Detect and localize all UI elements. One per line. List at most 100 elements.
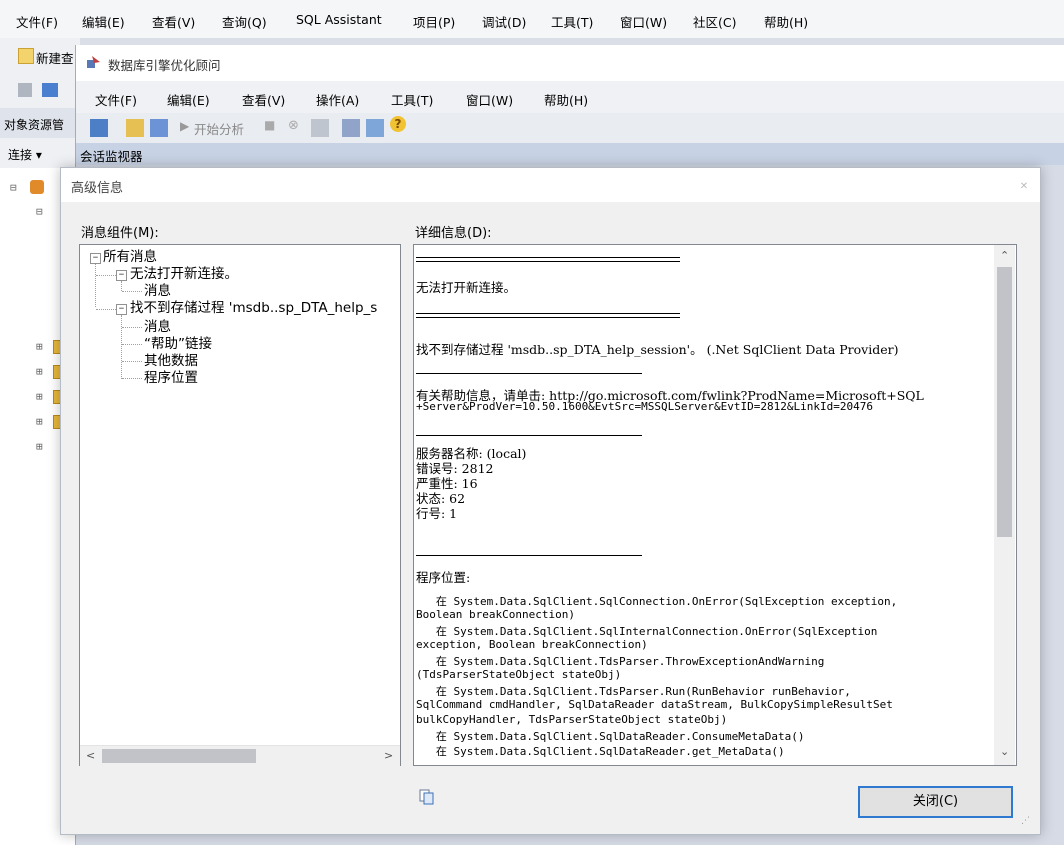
ssms-menu-tools[interactable]: 工具(T): [551, 12, 593, 31]
expand-icon[interactable]: ⊞: [36, 365, 43, 378]
save-icon[interactable]: [311, 119, 329, 137]
start-analysis-button[interactable]: 开始分析: [194, 119, 244, 138]
collapse-icon[interactable]: ⊟: [10, 181, 17, 194]
ssms-menu-window[interactable]: 窗口(W): [620, 12, 667, 31]
close-button[interactable]: 关闭(C): [858, 786, 1013, 818]
toolbar-icon[interactable]: [42, 83, 58, 97]
options-icon[interactable]: [366, 119, 384, 137]
tree-node-program-location[interactable]: 程序位置: [144, 371, 198, 386]
collapse-icon[interactable]: −: [116, 304, 127, 315]
resize-grip-icon[interactable]: ⋰: [1021, 816, 1030, 826]
separator: [416, 373, 642, 374]
stack-line: 在 System.Data.SqlClient.TdsParser.Run(Ru…: [416, 685, 851, 698]
ssms-menu-query[interactable]: 查询(Q): [222, 12, 267, 31]
dialog-title-bar: 高级信息 ✕: [61, 168, 1040, 202]
scrollbar-thumb[interactable]: [102, 749, 256, 763]
dta-window-title: 数据库引擎优化顾问: [108, 58, 221, 73]
connect-button[interactable]: 连接 ▾: [8, 146, 42, 163]
object-explorer-title-bar: 对象资源管: [0, 108, 80, 139]
stop-icon[interactable]: ■: [264, 118, 275, 132]
scroll-up-icon[interactable]: ⌃: [1000, 249, 1009, 262]
cancel-icon[interactable]: ⊗: [288, 118, 299, 133]
dta-menu-action[interactable]: 操作(A): [316, 90, 359, 109]
tree-node-cannot-open-connection[interactable]: 无法打开新连接。: [130, 267, 238, 282]
expand-icon[interactable]: ⊞: [36, 340, 43, 353]
ssms-menubar: 文件(F) 编辑(E) 查看(V) 查询(Q) SQL Assistant 项目…: [0, 0, 1064, 38]
scroll-left-icon[interactable]: <: [86, 749, 95, 762]
ssms-menu-debug[interactable]: 调试(D): [482, 12, 526, 31]
ssms-menu-help[interactable]: 帮助(H): [764, 12, 808, 31]
session-monitor-label[interactable]: 会话监视器: [80, 146, 143, 165]
stack-line: 在 System.Data.SqlClient.SqlConnection.On…: [416, 595, 898, 608]
close-icon[interactable]: ✕: [1014, 177, 1034, 197]
dta-menu-file[interactable]: 文件(F): [95, 90, 137, 109]
open-icon[interactable]: [126, 119, 144, 137]
details-text-box[interactable]: 无法打开新连接。 找不到存储过程 'msdb..sp_DTA_help_sess…: [413, 244, 1017, 766]
dta-menu-view[interactable]: 查看(V): [242, 90, 285, 109]
object-explorer-title: 对象资源管: [4, 118, 65, 132]
detail-line: 找不到存储过程 'msdb..sp_DTA_help_session'。 (.N…: [416, 342, 899, 357]
server-icon: [30, 180, 44, 194]
play-icon[interactable]: ▶: [180, 119, 189, 133]
dta-menu-help[interactable]: 帮助(H): [544, 90, 588, 109]
object-explorer-connect-bar: 连接 ▾: [0, 138, 80, 168]
tree-view: − 所有消息 − 无法打开新连接。 消息 − 找不到存储过程 'msdb..sp…: [80, 245, 400, 735]
ssms-toolbar: 新建查: [0, 38, 80, 75]
horizontal-scrollbar[interactable]: < >: [80, 745, 400, 766]
ssms-menu-view[interactable]: 查看(V): [152, 12, 195, 31]
help-icon[interactable]: ?: [390, 116, 406, 132]
scroll-right-icon[interactable]: >: [384, 749, 393, 762]
details-label: 详细信息(D):: [415, 226, 492, 241]
toolbar-icon[interactable]: [18, 83, 32, 97]
tree-node-other-data[interactable]: 其他数据: [144, 354, 198, 369]
tree-node-all-messages[interactable]: 所有消息: [103, 250, 157, 265]
tree-node-help-link[interactable]: “帮助”链接: [144, 337, 212, 352]
new-query-button[interactable]: 新建查: [36, 48, 74, 67]
session-monitor-bar: 会话监视器: [76, 143, 1064, 165]
collapse-icon[interactable]: −: [90, 253, 101, 264]
help-info-line: +Server&ProdVer=10.50.1600&EvtSrc=MSSQLS…: [416, 400, 873, 413]
view-icon[interactable]: [150, 119, 168, 137]
report-icon[interactable]: [342, 119, 360, 137]
message-components-tree[interactable]: − 所有消息 − 无法打开新连接。 消息 − 找不到存储过程 'msdb..sp…: [79, 244, 401, 766]
separator: [416, 257, 680, 262]
dialog-title: 高级信息: [71, 181, 124, 196]
ssms-menu-file[interactable]: 文件(F): [16, 12, 58, 31]
ssms-menu-community[interactable]: 社区(C): [693, 12, 736, 31]
message-components-label: 消息组件(M):: [81, 226, 159, 241]
scrollbar-thumb[interactable]: [997, 267, 1012, 537]
expand-icon[interactable]: ⊞: [36, 440, 43, 453]
stack-line: 在 System.Data.SqlClient.SqlInternalConne…: [416, 625, 878, 638]
stack-line: SqlCommand cmdHandler, SqlDataReader dat…: [416, 698, 893, 711]
line-number: 行号: 1: [416, 506, 458, 521]
ssms-menu-sql-assistant[interactable]: SQL Assistant: [296, 12, 382, 27]
expand-icon[interactable]: ⊞: [36, 415, 43, 428]
stack-line: exception, Boolean breakConnection): [416, 638, 648, 651]
stack-line: 在 System.Data.SqlClient.SqlDataReader.ge…: [416, 745, 785, 758]
expand-icon[interactable]: ⊞: [36, 390, 43, 403]
scroll-down-icon[interactable]: ⌄: [1000, 745, 1009, 758]
new-session-icon[interactable]: [90, 119, 108, 137]
separator: [416, 555, 642, 556]
tree-node-stored-proc-not-found[interactable]: 找不到存储过程 'msdb..sp_DTA_help_s: [130, 301, 377, 316]
ssms-toolbar-secondary: [0, 74, 80, 108]
dta-title-bar: 数据库引擎优化顾问: [76, 45, 1064, 81]
stack-line: Boolean breakConnection): [416, 608, 575, 621]
stack-line: 在 System.Data.SqlClient.SqlDataReader.Co…: [416, 730, 805, 743]
dta-app-icon: [87, 56, 100, 68]
new-query-icon[interactable]: [18, 48, 34, 64]
ssms-menu-edit[interactable]: 编辑(E): [82, 12, 125, 31]
dta-menu-tools[interactable]: 工具(T): [391, 90, 433, 109]
separator: [416, 435, 642, 436]
collapse-icon[interactable]: ⊟: [36, 205, 43, 218]
tree-node-message[interactable]: 消息: [144, 284, 171, 299]
dta-menu-edit[interactable]: 编辑(E): [167, 90, 210, 109]
tree-node-message[interactable]: 消息: [144, 320, 171, 335]
stack-line: bulkCopyHandler, TdsParserStateObject st…: [416, 713, 728, 726]
dta-menu-window[interactable]: 窗口(W): [466, 90, 513, 109]
stack-line: (TdsParserStateObject stateObj): [416, 668, 622, 681]
copy-icon[interactable]: [419, 789, 435, 805]
collapse-icon[interactable]: −: [116, 270, 127, 281]
ssms-menu-project[interactable]: 项目(P): [413, 12, 455, 31]
vertical-scrollbar[interactable]: ⌃ ⌄: [994, 245, 1015, 765]
